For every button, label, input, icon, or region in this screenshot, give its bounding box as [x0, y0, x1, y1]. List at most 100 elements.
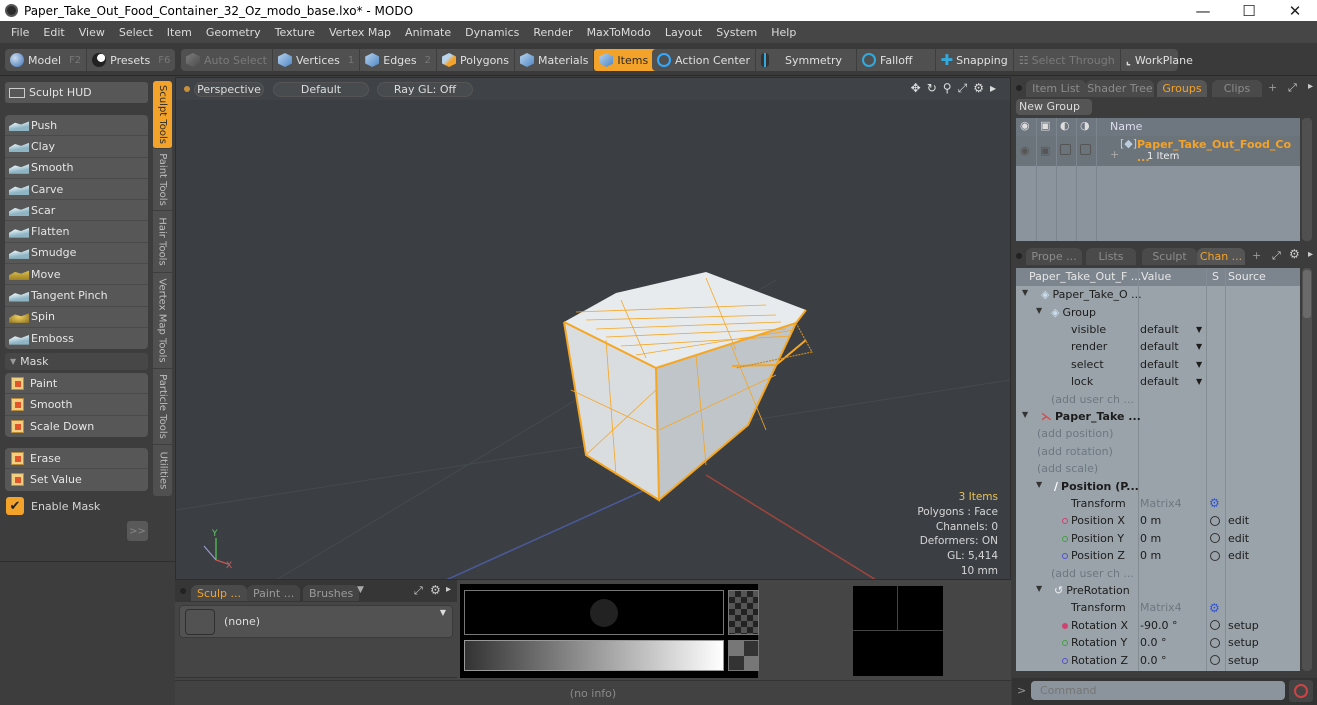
menu-maxtomodo[interactable]: MaxToModo	[580, 26, 658, 39]
gear-icon[interactable]: ⚙	[1209, 496, 1220, 510]
maximize-panel-icon[interactable]: ⤢	[414, 584, 423, 598]
chevron-right-icon[interactable]: ▸	[1308, 81, 1313, 92]
menu-system[interactable]: System	[709, 26, 764, 39]
new-group-button[interactable]: New Group	[1016, 99, 1092, 115]
channel-value[interactable]: default	[1140, 340, 1179, 353]
mask-tool-smooth[interactable]: Smooth	[5, 394, 148, 416]
tab-sculpt-presets[interactable]: Sculp ...	[191, 585, 248, 601]
menu-dynamics[interactable]: Dynamics	[458, 26, 526, 39]
menu-geometry[interactable]: Geometry	[199, 26, 268, 39]
lock-toggle[interactable]	[1060, 144, 1071, 155]
channel-value[interactable]: 0.0 °	[1140, 636, 1167, 649]
tab-utilities[interactable]: Utilities	[153, 445, 172, 496]
visibility-icon[interactable]: ◉	[1020, 119, 1030, 132]
view-type-selector[interactable]: Perspective	[194, 82, 264, 97]
add-tab-icon[interactable]: +	[1268, 81, 1277, 94]
menu-file[interactable]: File	[4, 26, 36, 39]
chevron-right-icon[interactable]: ▸	[990, 81, 996, 96]
channel-value[interactable]: -90.0 °	[1140, 619, 1177, 632]
select-through-button[interactable]: ☷ Select Through	[1014, 49, 1121, 71]
channel-value[interactable]: 0 m	[1140, 514, 1161, 527]
vertices-button[interactable]: Vertices 1	[273, 49, 361, 71]
tool-carve[interactable]: Carve	[5, 179, 148, 201]
channel-row[interactable]: Position X 0 m edit	[1016, 512, 1300, 529]
gear-icon[interactable]: ⚙	[430, 583, 441, 597]
maximize-panel-icon[interactable]: ⤢	[1288, 81, 1297, 95]
channel-row[interactable]: Rotation Y 0.0 ° setup	[1016, 634, 1300, 651]
channel-row[interactable]: ▼ ∕ Position (P...	[1016, 477, 1300, 494]
tab-clips[interactable]: Clips	[1212, 80, 1262, 97]
rotate-icon[interactable]: ↻	[927, 81, 937, 96]
channel-row[interactable]: Transform Matrix4 ⚙	[1016, 599, 1300, 616]
maximize-button[interactable]: ☐	[1226, 0, 1272, 21]
channels-scrollbar[interactable]	[1302, 268, 1312, 671]
tab-paint-presets[interactable]: Paint ...	[247, 585, 301, 601]
channel-row[interactable]: ▼ ◈ Group	[1016, 303, 1300, 320]
tab-paint-tools[interactable]: Paint Tools	[153, 149, 172, 211]
channel-value[interactable]: Matrix4	[1140, 497, 1182, 510]
keyframe-toggle[interactable]	[1210, 637, 1220, 648]
tool-smooth[interactable]: Smooth	[5, 158, 148, 179]
menu-render[interactable]: Render	[526, 26, 579, 39]
close-button[interactable]: ✕	[1272, 0, 1317, 21]
tool-tangent-pinch[interactable]: Tangent Pinch	[5, 285, 148, 307]
symmetry-button[interactable]: Symmetry	[756, 49, 858, 71]
channel-row[interactable]: (add rotation)	[1016, 443, 1300, 460]
shading-selector[interactable]: Default	[273, 82, 369, 97]
tool-clay[interactable]: Clay	[5, 136, 148, 158]
tab-sculpt[interactable]: Sculpt	[1142, 248, 1197, 265]
keyframe-toggle[interactable]	[1210, 655, 1220, 666]
presets-button[interactable]: Presets F6	[87, 49, 175, 71]
mask-tool-scale-down[interactable]: Scale Down	[5, 416, 148, 437]
tool-push[interactable]: Push	[5, 115, 148, 137]
command-input[interactable]	[1031, 681, 1285, 700]
gear-icon[interactable]: ⚙	[973, 81, 984, 96]
zoom-icon[interactable]: ⚲	[943, 81, 952, 96]
mask-tool-erase[interactable]: Erase	[5, 448, 148, 470]
sculpt-hud-button[interactable]: Sculpt HUD	[5, 82, 148, 103]
raygl-toggle[interactable]: Ray GL: Off	[377, 82, 473, 97]
gear-icon[interactable]: ⚙	[1209, 601, 1220, 615]
tab-item-list[interactable]: Item List	[1026, 80, 1086, 97]
chevron-down-icon[interactable]: ▼	[357, 585, 364, 595]
snapping-button[interactable]: ✚ Snapping	[936, 49, 1014, 71]
channel-row[interactable]: render default ▼	[1016, 338, 1300, 355]
scrollbar-thumb[interactable]	[1303, 270, 1311, 318]
model-button[interactable]: Model F2	[5, 49, 88, 71]
action-center-button[interactable]: Action Center	[652, 49, 756, 71]
channel-row[interactable]: (add user ch ...	[1016, 564, 1300, 581]
render-toggle-icon[interactable]: ▣	[1040, 144, 1050, 157]
dropdown-arrow-icon[interactable]: ▼	[1196, 377, 1202, 386]
maximize-view-icon[interactable]: ⤢	[958, 81, 968, 96]
menu-item[interactable]: Item	[160, 26, 199, 39]
channel-value[interactable]: default	[1140, 358, 1179, 371]
channel-value[interactable]: 0 m	[1140, 532, 1161, 545]
expand-panel-button[interactable]: >>	[127, 521, 148, 541]
expand-triangle-icon[interactable]: ▼	[1036, 306, 1042, 315]
select-icon[interactable]: ◑	[1080, 119, 1090, 132]
enable-mask-checkbox[interactable]: ✔ Enable Mask	[6, 497, 100, 515]
mask-tool-paint[interactable]: Paint	[5, 373, 148, 395]
tool-spin[interactable]: Spin	[5, 307, 148, 328]
render-icon[interactable]: ▣	[1040, 119, 1050, 132]
tab-channels[interactable]: Chan ...	[1197, 248, 1245, 265]
channel-value[interactable]: 0 m	[1140, 549, 1161, 562]
materials-button[interactable]: Materials	[515, 49, 595, 71]
tab-vertex-map-tools[interactable]: Vertex Map Tools	[153, 273, 172, 369]
channel-row[interactable]: visible default ▼	[1016, 321, 1300, 338]
tool-emboss[interactable]: Emboss	[5, 328, 148, 349]
visibility-toggle-icon[interactable]: ◉	[1020, 144, 1030, 157]
tool-scar[interactable]: Scar	[5, 200, 148, 222]
chevron-right-icon[interactable]: ▸	[1308, 249, 1313, 260]
channel-row[interactable]: Rotation Z 0.0 ° setup	[1016, 651, 1300, 668]
maximize-panel-icon[interactable]: ⤢	[1272, 249, 1281, 263]
expand-icon[interactable]: +	[1110, 148, 1119, 161]
falloff-button[interactable]: Falloff	[857, 49, 936, 71]
select-toggle[interactable]	[1080, 144, 1091, 155]
tab-sculpt-tools[interactable]: Sculpt Tools	[153, 81, 172, 149]
lock-icon[interactable]: ◐	[1060, 119, 1070, 132]
menu-vertex-map[interactable]: Vertex Map	[322, 26, 398, 39]
menu-help[interactable]: Help	[764, 26, 803, 39]
channel-row[interactable]: ▼ ↺ PreRotation	[1016, 582, 1300, 599]
3d-viewport[interactable]: Perspective Default Ray GL: Off ✥ ↻ ⚲ ⤢ …	[175, 77, 1011, 580]
